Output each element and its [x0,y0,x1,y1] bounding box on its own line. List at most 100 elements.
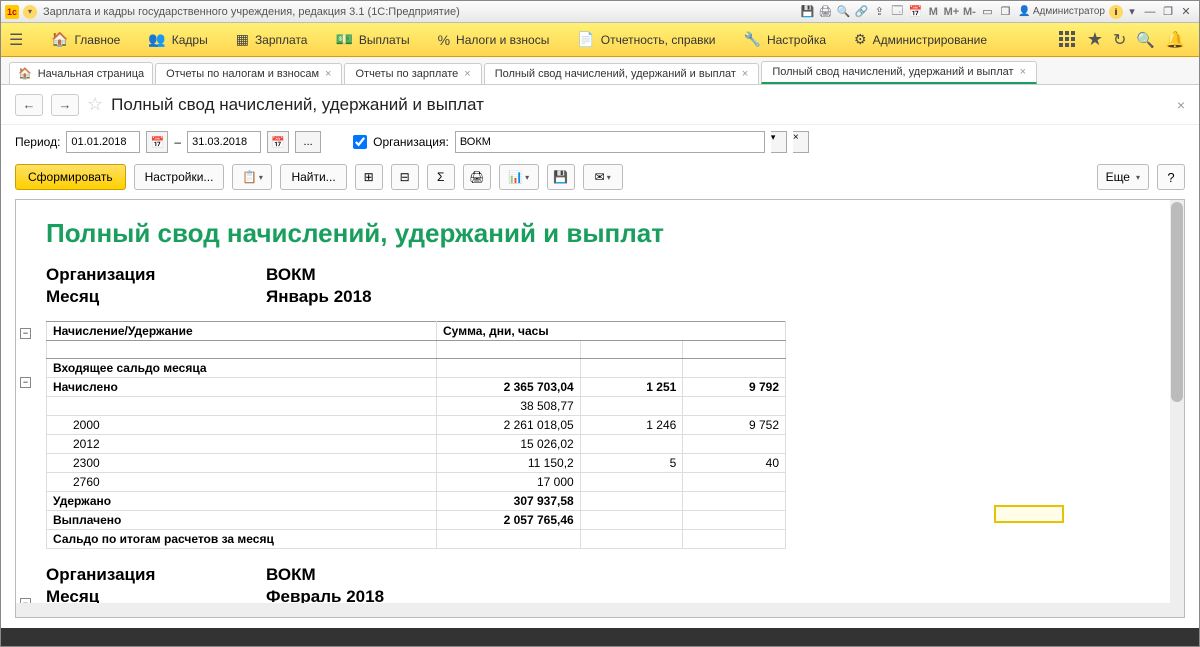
tab-1[interactable]: Отчеты по зарплате× [344,63,481,84]
info-icon[interactable]: i [1109,5,1123,19]
home-tab-icon: 🏠 [18,67,32,80]
report-table: Начисление/УдержаниеСумма, дни, часы Вхо… [46,321,786,549]
table-icon: ▦ [236,31,249,48]
toolbar: Сформировать Настройки... 📋▾ Найти... ⊞ … [1,159,1199,195]
chart-dropdown[interactable]: 📊▾ [499,164,539,190]
bell-icon[interactable]: 🔔 [1165,30,1185,50]
period-label: Период: [15,135,60,149]
date-to-picker[interactable]: 📅 [267,131,289,153]
settings-button[interactable]: Настройки... [134,164,225,190]
tab-3[interactable]: Полный свод начислений, удержаний и выпл… [761,61,1037,84]
tab-close-1[interactable]: × [464,68,470,80]
menu-salary[interactable]: ▦Зарплата [222,23,322,57]
menu-staff[interactable]: 👥Кадры [134,23,221,57]
menu-taxes[interactable]: %Налоги и взносы [424,23,564,57]
nav-back-button[interactable]: ← [15,94,43,116]
selected-cell[interactable] [994,505,1064,523]
table-row: Сальдо по итогам расчетов за месяц [47,530,786,549]
close-icon[interactable]: ✕ [1177,4,1195,20]
org-meta-value-2: ВОКМ [266,565,316,585]
table-row: 201215 026,02 [47,435,786,454]
menu-payments[interactable]: 💵Выплаты [321,23,423,57]
tree-collapse-1[interactable]: − [20,328,31,339]
calendar-icon[interactable]: 📅 [906,4,924,20]
m-plus-button[interactable]: M+ [942,4,960,20]
col2-header: Сумма, дни, часы [437,322,786,341]
m-button[interactable]: M [924,4,942,20]
app-icon: 1c [5,5,19,19]
burger-icon[interactable]: ☰ [9,30,29,50]
table-row: 276017 000 [47,473,786,492]
info-dropdown[interactable]: ▾ [1123,4,1141,20]
period-more-button[interactable]: ... [295,131,321,153]
app-menu-dropdown[interactable]: ▾ [23,5,37,19]
horizontal-scrollbar[interactable] [16,603,1170,617]
date-from-picker[interactable]: 📅 [146,131,168,153]
generate-button[interactable]: Сформировать [15,164,126,190]
more-button[interactable]: Еще▾ [1097,164,1149,190]
table-row: 20002 261 018,051 2469 752 [47,416,786,435]
report-title: Полный свод начислений, удержаний и выпл… [46,218,1154,249]
period-dash: – [174,135,181,149]
report-area: − − − Полный свод начислений, удержаний … [15,199,1185,618]
doc-icon: 📄 [577,31,594,48]
tab-close-2[interactable]: × [742,68,748,80]
save-icon[interactable]: 💾 [798,4,816,20]
minimize-icon[interactable]: — [1141,4,1159,20]
maximize-icon[interactable]: ❐ [1159,4,1177,20]
org-checkbox[interactable] [353,135,367,149]
gear-icon: ⚙ [854,31,867,48]
org-dropdown[interactable]: ▾ [771,131,787,153]
window-icon[interactable]: ▭ [978,4,996,20]
org-meta-label: Организация [46,265,266,285]
expand-tree-icon[interactable]: ⊞ [355,164,383,190]
sum-icon[interactable]: Σ [427,164,455,190]
star-icon[interactable]: ★ [1087,29,1103,50]
tab-home[interactable]: 🏠Начальная страница [9,62,153,84]
vertical-scrollbar[interactable] [1170,200,1184,617]
date-to-input[interactable] [187,131,261,153]
menu-admin[interactable]: ⚙Администрирование [840,23,1001,57]
menu-main[interactable]: 🏠Главное [37,23,134,57]
upload-icon[interactable]: ⇪ [870,4,888,20]
tab-0[interactable]: Отчеты по налогам и взносам× [155,63,342,84]
link-icon[interactable]: 🔗 [852,4,870,20]
footer-bar [1,628,1199,646]
copy-dropdown[interactable]: 📋▾ [232,164,272,190]
org-clear[interactable]: × [793,131,809,153]
print-icon[interactable]: 🖨 [816,4,834,20]
save-report-icon[interactable]: 💾 [547,164,575,190]
find-button[interactable]: Найти... [280,164,346,190]
user-label[interactable]: 👤Администратор [1014,6,1109,17]
tab-close-3[interactable]: × [1020,66,1026,78]
help-button[interactable]: ? [1157,164,1185,190]
mail-dropdown[interactable]: ✉▾ [583,164,623,190]
history-icon[interactable]: ↻ [1113,30,1126,50]
nav-fwd-button[interactable]: → [51,94,79,116]
home-icon: 🏠 [51,31,68,48]
apps-grid-icon[interactable] [1059,31,1077,49]
windows-icon[interactable]: ❐ [996,4,1014,20]
org-input[interactable] [455,131,765,153]
menu-reports[interactable]: 📄Отчетность, справки [563,23,729,57]
app-title: Зарплата и кадры государственного учрежд… [43,6,460,18]
main-menu: ☰ 🏠Главное 👥Кадры ▦Зарплата 💵Выплаты %На… [1,23,1199,57]
titlebar: 1c ▾ Зарплата и кадры государственного у… [1,1,1199,23]
search-menu-icon[interactable]: 🔍 [1136,31,1155,49]
calc-icon[interactable]: 🗔 [888,4,906,20]
month-meta-value: Январь 2018 [266,287,372,307]
tree-collapse-2[interactable]: − [20,377,31,388]
search-icon[interactable]: 🔍 [834,4,852,20]
table-row: Удержано307 937,58 [47,492,786,511]
print-button[interactable]: 🖨 [463,164,491,190]
menu-settings[interactable]: 🔧Настройка [730,23,841,57]
page-close-icon[interactable]: × [1177,97,1185,113]
tab-close-0[interactable]: × [325,68,331,80]
m-minus-button[interactable]: M- [960,4,978,20]
collapse-tree-icon[interactable]: ⊟ [391,164,419,190]
date-from-input[interactable] [66,131,140,153]
table-row: Входящее сальдо месяца [47,359,786,378]
wrench-icon: 🔧 [744,31,761,48]
favorite-star-icon[interactable]: ☆ [87,94,103,115]
tab-2[interactable]: Полный свод начислений, удержаний и выпл… [484,63,760,84]
